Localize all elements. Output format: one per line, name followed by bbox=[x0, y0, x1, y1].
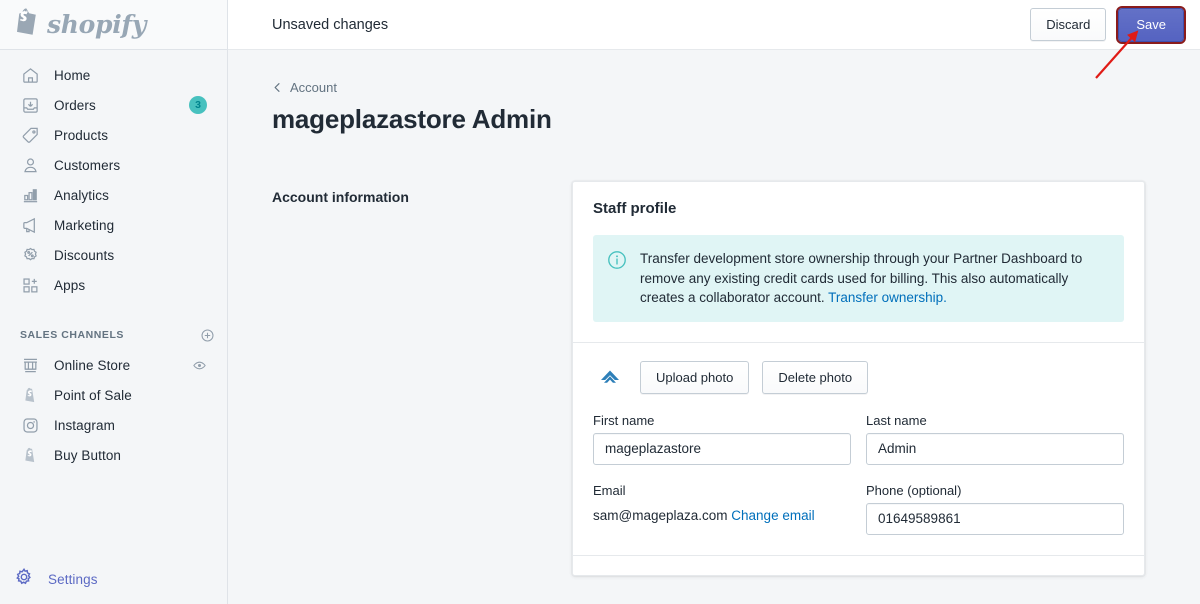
sidebar-item-online-store[interactable]: Online Store bbox=[6, 350, 219, 380]
discard-button[interactable]: Discard bbox=[1030, 8, 1107, 41]
context-bar: Unsaved changes Discard Save bbox=[228, 0, 1200, 50]
phone-input[interactable] bbox=[866, 502, 1124, 535]
apps-grid-plus-icon bbox=[20, 275, 40, 295]
staff-profile-card: Staff profile Transfer development store… bbox=[572, 181, 1145, 576]
card-form-section: Upload photo Delete photo First name Las… bbox=[573, 341, 1144, 555]
discount-percent-icon bbox=[20, 245, 40, 265]
sidebar-item-instagram[interactable]: Instagram bbox=[6, 410, 219, 440]
person-icon bbox=[20, 155, 40, 175]
sales-channels-title: SALES CHANNELS bbox=[20, 329, 124, 341]
change-email-link[interactable]: Change email bbox=[731, 508, 814, 523]
sidebar-item-home[interactable]: Home bbox=[6, 60, 219, 90]
bar-chart-icon bbox=[20, 185, 40, 205]
sidebar-item-label: Orders bbox=[54, 97, 96, 113]
orders-badge: 3 bbox=[189, 96, 207, 114]
upload-photo-button[interactable]: Upload photo bbox=[640, 361, 750, 395]
sidebar-item-label: Instagram bbox=[54, 417, 115, 433]
sidebar-item-label: Settings bbox=[48, 571, 98, 587]
sidebar-item-label: Apps bbox=[54, 277, 86, 293]
gear-icon bbox=[14, 567, 34, 592]
page-title: mageplazastore Admin bbox=[272, 104, 552, 134]
shopify-bag-logo-icon bbox=[14, 7, 40, 42]
sidebar-item-settings[interactable]: Settings bbox=[0, 564, 228, 594]
sidebar-item-label: Point of Sale bbox=[54, 387, 132, 403]
sidebar-item-apps[interactable]: Apps bbox=[6, 270, 219, 300]
sales-channels-header: SALES CHANNELS bbox=[0, 322, 227, 348]
sidebar-item-analytics[interactable]: Analytics bbox=[6, 180, 219, 210]
sidebar-item-label: Analytics bbox=[54, 187, 109, 203]
first-name-input[interactable] bbox=[593, 432, 851, 465]
sidebar-item-label: Online Store bbox=[54, 357, 131, 373]
settings-layout: Account information Staff profile Transf… bbox=[272, 181, 1200, 576]
sidebar-item-marketing[interactable]: Marketing bbox=[6, 210, 219, 240]
first-name-field-group: First name bbox=[593, 413, 851, 465]
sales-channels-nav: Online Store Point of Sale Instagram Buy… bbox=[0, 348, 227, 470]
sidebar-item-customers[interactable]: Customers bbox=[6, 150, 219, 180]
first-name-label: First name bbox=[593, 412, 655, 428]
breadcrumb[interactable]: Account bbox=[272, 80, 337, 95]
info-circle-icon bbox=[607, 249, 627, 308]
plus-circle-icon[interactable] bbox=[200, 328, 215, 343]
email-label: Email bbox=[593, 482, 626, 498]
sidebar-item-label: Customers bbox=[54, 157, 121, 173]
sidebar-item-orders[interactable]: Orders 3 bbox=[6, 90, 219, 120]
sidebar-item-label: Discounts bbox=[54, 247, 115, 263]
name-field-row: First name Last name bbox=[593, 413, 1124, 465]
photo-row: Upload photo Delete photo bbox=[593, 361, 1124, 395]
page-content: Account mageplazastore Admin Account inf… bbox=[228, 50, 1200, 576]
main-area: Unsaved changes Discard Save Account mag… bbox=[228, 0, 1200, 604]
app-root: shopify Home Orders 3 Products Customers… bbox=[0, 0, 1200, 604]
breadcrumb-label: Account bbox=[290, 80, 337, 95]
home-icon bbox=[20, 65, 40, 85]
sidebar-nav: Home Orders 3 Products Customers Analyti… bbox=[0, 50, 227, 300]
brand-name: shopify bbox=[47, 10, 147, 39]
sidebar-item-discounts[interactable]: Discounts bbox=[6, 240, 219, 270]
sidebar-item-buy-button[interactable]: Buy Button bbox=[6, 440, 219, 470]
sidebar-logo-bar: shopify bbox=[0, 0, 227, 50]
sidebar-item-label: Products bbox=[54, 127, 109, 143]
phone-label: Phone (optional) bbox=[866, 482, 962, 498]
info-banner-text-wrap: Transfer development store ownership thr… bbox=[640, 249, 1108, 308]
contact-field-row: Email sam@mageplaza.com Change email Pho… bbox=[593, 483, 1124, 535]
instagram-icon bbox=[20, 415, 40, 435]
chevron-up-avatar-icon bbox=[593, 361, 627, 395]
tag-icon bbox=[20, 125, 40, 145]
last-name-label: Last name bbox=[866, 412, 927, 428]
orders-inbox-icon bbox=[20, 95, 40, 115]
unsaved-changes-message: Unsaved changes bbox=[272, 16, 389, 33]
email-value: sam@mageplaza.com bbox=[593, 507, 728, 523]
card-header-section: Staff profile Transfer development store… bbox=[573, 182, 1144, 342]
pos-bag-icon bbox=[20, 385, 40, 405]
sidebar-item-label: Buy Button bbox=[54, 447, 122, 463]
last-name-input[interactable] bbox=[866, 432, 1124, 465]
sidebar-item-point-of-sale[interactable]: Point of Sale bbox=[6, 380, 219, 410]
delete-photo-button[interactable]: Delete photo bbox=[762, 361, 869, 395]
sidebar: shopify Home Orders 3 Products Customers… bbox=[0, 0, 228, 604]
card-footer-section bbox=[573, 554, 1144, 575]
shopify-logo[interactable]: shopify bbox=[14, 7, 146, 42]
sidebar-item-label: Marketing bbox=[54, 217, 115, 233]
last-name-field-group: Last name bbox=[866, 413, 1124, 465]
chevron-left-icon bbox=[272, 82, 283, 93]
section-annotation: Account information bbox=[272, 181, 572, 576]
storefront-icon bbox=[20, 355, 40, 375]
sidebar-item-products[interactable]: Products bbox=[6, 120, 219, 150]
section-title: Account information bbox=[272, 189, 409, 205]
email-field-group: Email sam@mageplaza.com Change email bbox=[593, 483, 851, 535]
info-banner: Transfer development store ownership thr… bbox=[593, 235, 1124, 322]
transfer-ownership-link[interactable]: Transfer ownership. bbox=[828, 290, 947, 305]
phone-field-group: Phone (optional) bbox=[866, 483, 1124, 535]
eye-icon[interactable] bbox=[192, 358, 207, 373]
megaphone-icon bbox=[20, 215, 40, 235]
sidebar-item-label: Home bbox=[54, 67, 91, 83]
email-value-row: sam@mageplaza.com Change email bbox=[593, 503, 851, 523]
buy-button-bag-icon bbox=[20, 445, 40, 465]
card-title: Staff profile bbox=[593, 200, 677, 217]
save-button[interactable]: Save bbox=[1116, 5, 1186, 44]
